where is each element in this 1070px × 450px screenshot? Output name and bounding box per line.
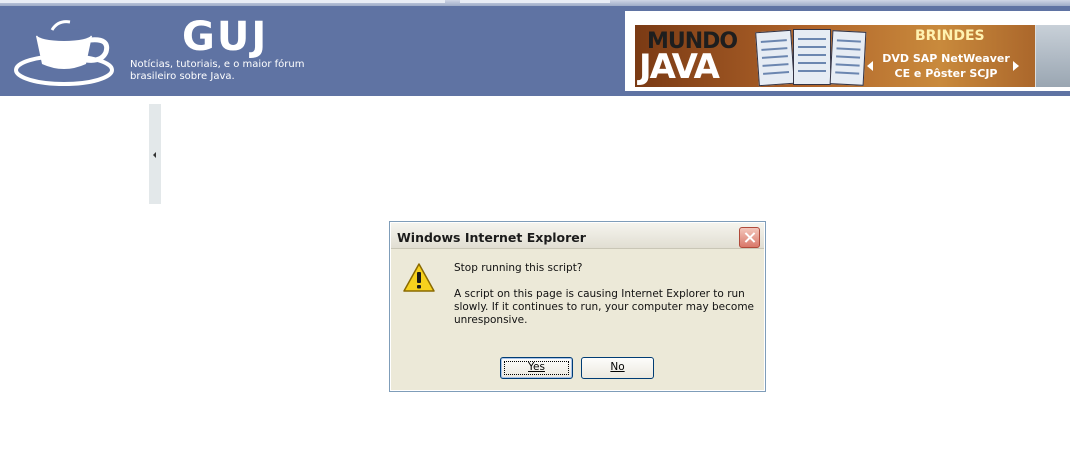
no-button[interactable]: No: [581, 357, 654, 379]
chevron-left-icon: [867, 61, 873, 71]
banner-offer-text: DVD SAP NetWeaver CE e Pôster SCJP: [882, 52, 1010, 80]
magazine-image: [793, 29, 831, 85]
banner-brindes-text: BRINDES: [915, 28, 985, 44]
dvd-image: [1035, 25, 1070, 87]
dialog-body: Stop running this script? A script on th…: [394, 250, 761, 387]
ad-banner[interactable]: MUNDO JAVA BRINDES DVD SAP NetWeaver CE …: [625, 11, 1070, 91]
warning-icon: [403, 263, 435, 292]
yes-button[interactable]: Yes: [500, 357, 573, 379]
dialog-title-bar[interactable]: Windows Internet Explorer: [391, 223, 764, 249]
site-header: GUJ Notícias, tutoriais, e o maior fórum…: [0, 6, 1070, 96]
strip-segment: [460, 0, 610, 3]
no-button-label: No: [610, 361, 625, 373]
close-icon[interactable]: [739, 227, 760, 248]
dialog-message: A script on this page is causing Interne…: [454, 288, 755, 326]
focus-rectangle: [504, 361, 569, 375]
magazine-image: [829, 30, 867, 86]
script-warning-dialog: Windows Internet Explorer Stop running t…: [389, 221, 766, 392]
chevron-right-icon: [1013, 61, 1019, 71]
dialog-title: Windows Internet Explorer: [397, 230, 586, 245]
site-tagline: Notícias, tutoriais, e o maior fórum bra…: [130, 59, 305, 82]
sidebar-collapse-toggle[interactable]: [149, 104, 161, 204]
strip-segment: [0, 0, 445, 3]
collapse-arrow-icon: [153, 152, 156, 158]
magazine-image: [755, 29, 795, 87]
dialog-question: Stop running this script?: [454, 262, 583, 274]
banner-java-text: JAVA: [639, 47, 720, 87]
site-brand[interactable]: GUJ: [182, 14, 268, 60]
coffee-cup-icon[interactable]: [14, 18, 118, 86]
ad-banner-artwork[interactable]: MUNDO JAVA BRINDES DVD SAP NetWeaver CE …: [635, 25, 1070, 87]
